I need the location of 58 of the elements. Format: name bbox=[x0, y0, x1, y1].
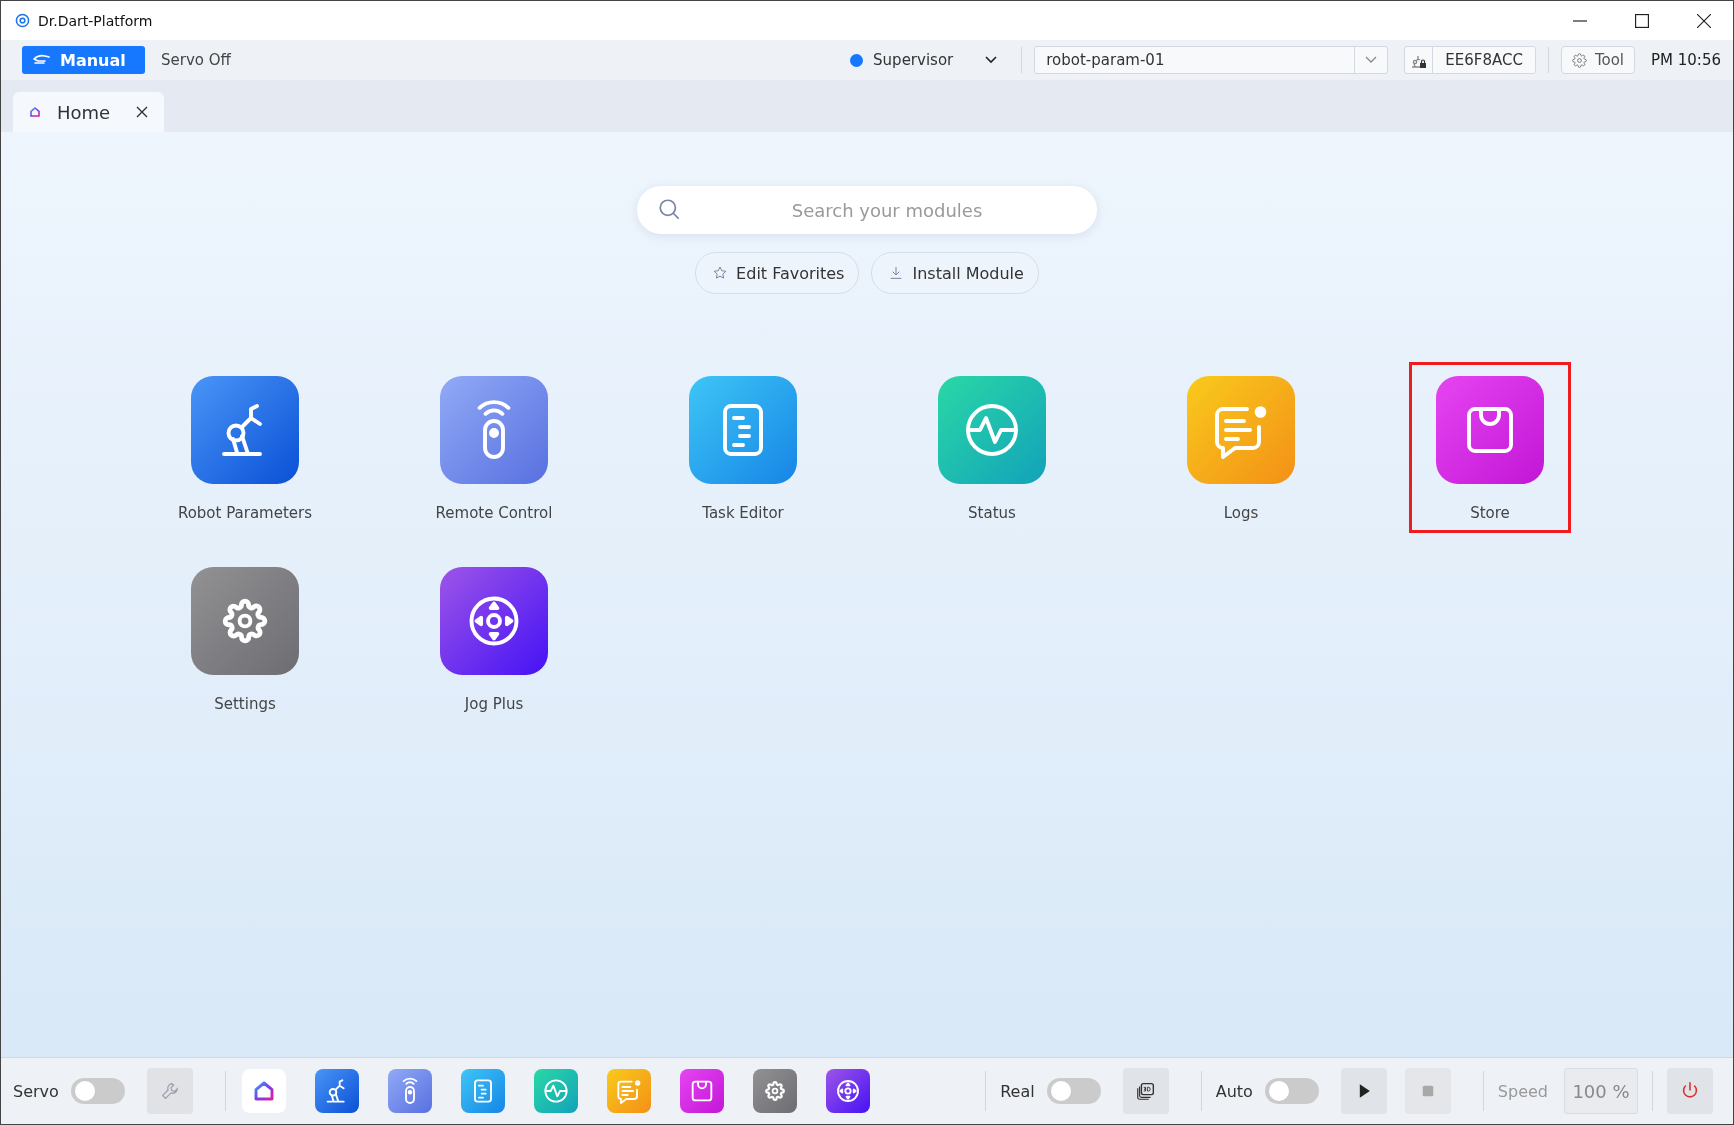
user-dropdown[interactable]: Supervisor bbox=[850, 51, 1010, 69]
module-label[interactable]: Robot Parameters bbox=[177, 504, 313, 522]
auto-toggle[interactable] bbox=[1264, 1078, 1319, 1104]
clock-time: PM 10:56 bbox=[1651, 51, 1721, 69]
home-icon bbox=[27, 104, 43, 120]
maximize-icon[interactable] bbox=[1635, 13, 1649, 28]
chevron-down-icon bbox=[985, 56, 998, 64]
auto-label: Auto bbox=[1215, 1081, 1253, 1101]
close-icon[interactable] bbox=[136, 106, 149, 118]
shopping-bag-icon[interactable] bbox=[679, 1069, 724, 1113]
pulse-icon[interactable] bbox=[533, 1069, 578, 1113]
install-module-button[interactable]: Install Module bbox=[871, 252, 1039, 294]
shopping-bag-icon[interactable] bbox=[1436, 376, 1544, 484]
real-label: Real bbox=[1000, 1081, 1035, 1101]
module-label[interactable]: Settings bbox=[214, 695, 276, 713]
manual-mode-button[interactable]: Manual bbox=[22, 46, 145, 74]
3d-layers-icon bbox=[1134, 1080, 1157, 1102]
chevron-down-icon bbox=[1365, 56, 1378, 64]
document-icon[interactable] bbox=[460, 1069, 505, 1113]
home-icon[interactable] bbox=[241, 1069, 286, 1113]
star-icon bbox=[712, 265, 729, 281]
gear-icon bbox=[1571, 52, 1587, 68]
hand-icon bbox=[32, 53, 52, 67]
window-title: Dr.Dart-Platform bbox=[38, 12, 153, 29]
robot-arm-icon[interactable] bbox=[314, 1069, 359, 1113]
gear-icon[interactable] bbox=[191, 567, 299, 675]
robot-arm-icon[interactable] bbox=[191, 376, 299, 484]
servo-label: Servo bbox=[13, 1081, 59, 1101]
speed-label: Speed bbox=[1497, 1081, 1548, 1101]
module-label[interactable]: Logs bbox=[1223, 504, 1259, 522]
remote-control-icon[interactable] bbox=[440, 376, 548, 484]
gear-icon[interactable] bbox=[752, 1069, 797, 1113]
search-field[interactable]: Search your modules bbox=[637, 186, 1097, 234]
pulse-icon[interactable] bbox=[938, 376, 1046, 484]
module-label[interactable]: Store bbox=[1470, 504, 1510, 522]
home-tab[interactable]: Home bbox=[13, 92, 165, 132]
edit-favorites-button[interactable]: Edit Favorites bbox=[695, 252, 860, 294]
play-button[interactable] bbox=[1340, 1068, 1387, 1114]
app-logo-icon bbox=[15, 13, 30, 28]
device-id-box: EE6F8ACC bbox=[1404, 46, 1536, 74]
module-label[interactable]: Jog Plus bbox=[464, 695, 524, 713]
module-label[interactable]: Task Editor bbox=[702, 504, 784, 522]
direction-pad-icon[interactable] bbox=[825, 1069, 870, 1113]
message-icon[interactable] bbox=[1187, 376, 1295, 484]
servo-toggle[interactable] bbox=[70, 1078, 125, 1104]
3d-view-button[interactable] bbox=[1122, 1068, 1169, 1114]
module-label[interactable]: Status bbox=[968, 504, 1016, 522]
close-icon[interactable] bbox=[1697, 13, 1711, 28]
remote-control-icon[interactable] bbox=[387, 1069, 432, 1113]
power-button[interactable] bbox=[1667, 1068, 1713, 1114]
servo-status: Servo Off bbox=[161, 51, 231, 69]
direction-pad-icon[interactable] bbox=[440, 567, 548, 675]
document-icon[interactable] bbox=[689, 376, 797, 484]
message-icon[interactable] bbox=[606, 1069, 651, 1113]
tool-button[interactable]: Tool bbox=[1560, 46, 1635, 74]
real-toggle[interactable] bbox=[1046, 1078, 1101, 1104]
robot-param-select[interactable]: robot-param-01 bbox=[1034, 46, 1389, 74]
module-label[interactable]: Remote Control bbox=[435, 504, 553, 522]
